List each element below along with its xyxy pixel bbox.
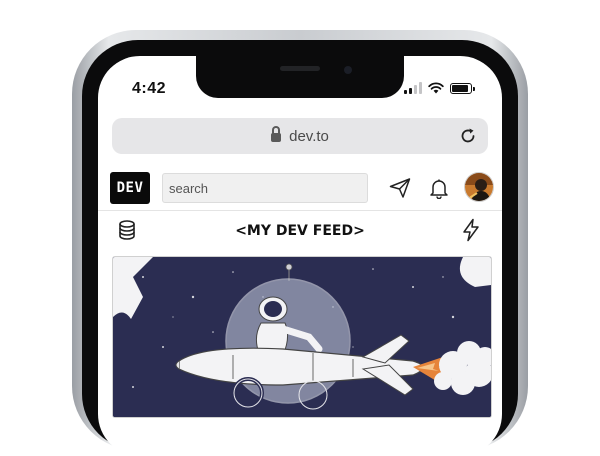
status-bar: 4:42 <box>98 56 502 102</box>
battery-icon <box>450 82 475 94</box>
send-icon[interactable] <box>388 176 412 200</box>
lock-icon <box>271 126 282 142</box>
wifi-icon <box>428 82 444 94</box>
dev-logo[interactable]: DEV <box>110 172 150 204</box>
bell-icon[interactable] <box>428 177 450 199</box>
address-bar[interactable]: dev.to <box>112 118 488 154</box>
phone-screen: 4:42 dev.to DEV search <MY DEV FEED> <box>98 56 502 456</box>
avatar[interactable] <box>464 172 494 202</box>
url-text: dev.to <box>289 128 329 145</box>
status-icons <box>404 82 475 94</box>
feed-header: <MY DEV FEED> <box>98 212 502 248</box>
status-time: 4:42 <box>132 80 167 97</box>
astronaut-rocket-illustration <box>113 257 491 417</box>
article-cover-image[interactable] <box>112 256 492 418</box>
avatar-image <box>465 173 493 201</box>
search-input[interactable] <box>162 173 368 203</box>
signal-icon <box>404 82 422 94</box>
feed-title: <MY DEV FEED> <box>235 223 365 239</box>
dev-header: DEV <box>98 166 502 211</box>
lightning-icon[interactable] <box>460 218 482 242</box>
reload-icon[interactable] <box>458 126 478 146</box>
